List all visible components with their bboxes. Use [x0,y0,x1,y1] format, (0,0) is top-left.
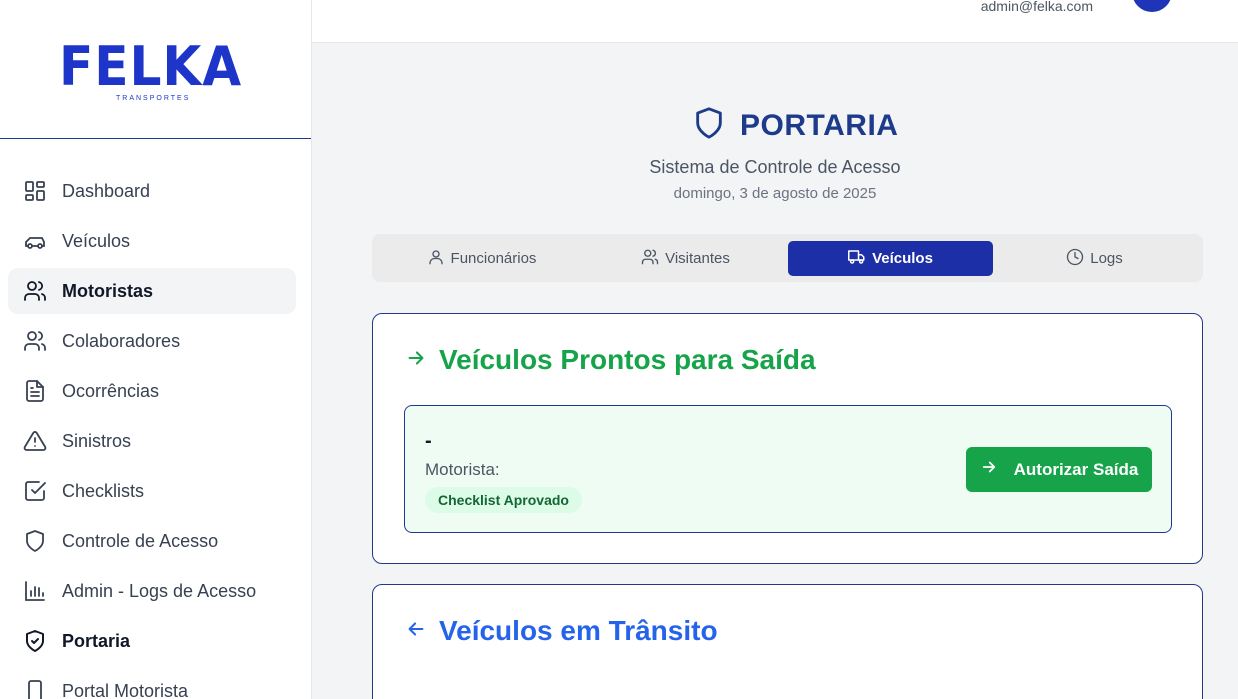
page-subtitle: Sistema de Controle de Acesso [649,157,901,177]
tab-funcionarios[interactable]: Funcionários [379,241,584,276]
sidebar-item-label: Checklists [62,480,145,501]
sidebar-item-label: Colaboradores [62,330,181,351]
section-title-text: Veículos Prontos para Saída [439,344,816,375]
users-icon [641,248,659,270]
brand-name: FELKA [59,35,243,98]
arrow-right-icon [980,458,998,481]
sidebar-item-dashboard[interactable]: Dashboard [8,168,296,214]
vehicle-card: - Motorista: Checklist Aprovado Autoriza… [404,405,1172,533]
car-icon [22,228,48,254]
brand-logo[interactable]: FELKA TRANSPORTES [59,35,243,104]
sidebar-item-label: Motoristas [62,280,154,301]
arrow-right-icon [405,344,427,376]
arrow-left-icon [405,615,427,647]
sidebar-item-controle-acesso[interactable]: Controle de Acesso [8,518,296,564]
truck-icon [848,248,866,270]
shield-icon [692,104,726,147]
sidebar-item-label: Portal Motorista [62,680,189,699]
sidebar-item-checklists[interactable]: Checklists [8,468,296,514]
sidebar-item-label: Veículos [62,230,131,251]
tab-veiculos[interactable]: Veículos [788,241,993,276]
sidebar-item-label: Sinistros [62,430,132,451]
brand-tagline: TRANSPORTES [116,95,191,102]
sidebar-item-ocorrencias[interactable]: Ocorrências [8,368,296,414]
tab-label: Funcionários [450,250,537,267]
sidebar-item-veiculos[interactable]: Veículos [8,218,296,264]
transit-vehicles-card: Veículos em Trânsito [372,584,1203,699]
sidebar: FELKA TRANSPORTES Dashboard Veículos Mot… [0,0,312,699]
clock-icon [1066,248,1084,270]
check-square-icon [22,478,48,504]
user-icon [427,248,445,270]
users-icon [22,278,48,304]
smartphone-icon [22,678,48,699]
status-badge: Checklist Aprovado [425,487,582,513]
dashboard-icon [22,178,48,204]
sidebar-item-admin-logs[interactable]: Admin - Logs de Acesso [8,568,296,614]
bar-chart-icon [22,578,48,604]
alert-triangle-icon [22,428,48,454]
sidebar-item-label: Controle de Acesso [62,530,219,551]
page-title: PORTARIA [740,108,899,142]
sidebar-item-portaria[interactable]: Portaria [8,618,296,664]
tab-label: Visitantes [665,250,730,267]
section-title-text: Veículos em Trânsito [439,615,718,646]
sidebar-item-label: Ocorrências [62,380,160,401]
shield-icon [22,528,48,554]
logo-area: FELKA TRANSPORTES [0,0,311,139]
tab-bar: Funcionários Visitantes Veículos Logs [372,234,1203,282]
sidebar-item-sinistros[interactable]: Sinistros [8,418,296,464]
users-icon [22,328,48,354]
tab-logs[interactable]: Logs [992,241,1197,276]
tab-label: Veículos [872,250,933,267]
page-date: domingo, 3 de agosto de 2025 [673,185,877,202]
sidebar-item-label: Portaria [62,630,131,651]
user-email: admin@felka.com [980,0,1093,14]
file-text-icon [22,378,48,404]
transit-vehicles-title: Veículos em Trânsito [405,615,718,647]
avatar[interactable] [1132,0,1172,12]
sidebar-item-label: Admin - Logs de Acesso [62,580,257,601]
ready-vehicles-card: Veículos Prontos para Saída - Motorista:… [372,313,1203,564]
sidebar-item-label: Dashboard [62,180,151,201]
shield-check-icon [22,628,48,654]
sidebar-item-motoristas[interactable]: Motoristas [8,268,296,314]
vehicle-plate: - [425,430,432,452]
tab-label: Logs [1090,250,1123,267]
authorize-exit-button[interactable]: Autorizar Saída [966,447,1152,492]
vehicle-driver: Motorista: [425,460,500,479]
authorize-exit-label: Autorizar Saída [1013,459,1139,479]
tab-visitantes[interactable]: Visitantes [583,241,788,276]
top-bar: admin@felka.com [312,0,1238,43]
sidebar-item-colaboradores[interactable]: Colaboradores [8,318,296,364]
ready-vehicles-title: Veículos Prontos para Saída [405,344,816,376]
sidebar-item-portal-motorista[interactable]: Portal Motorista [8,668,296,699]
page-heading: PORTARIA [692,104,898,147]
